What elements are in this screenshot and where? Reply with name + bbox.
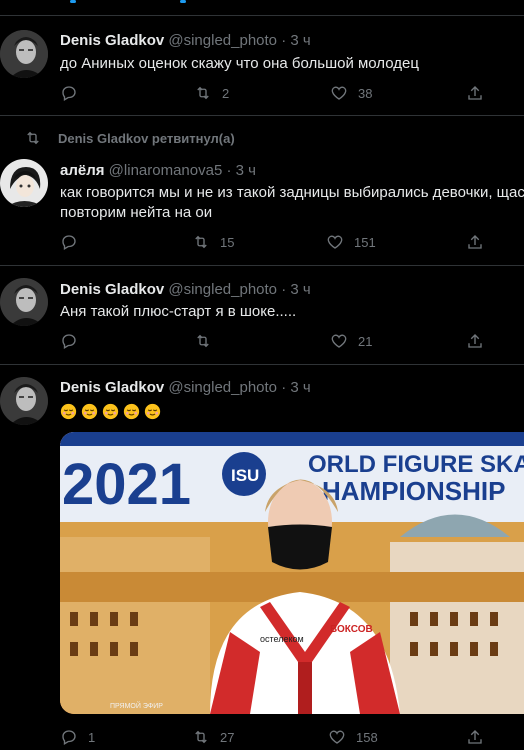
action-icon-fragment <box>180 0 186 3</box>
tweet-text <box>60 401 524 421</box>
tweet-media-image[interactable]: 2021 ISU ORLD FIGURE SKATI HAMPIONSHIP о… <box>60 432 524 714</box>
timestamp[interactable]: 3 ч <box>290 32 310 49</box>
tweet[interactable]: Denis Gladkov @singled_photo · 3 ч до Ан… <box>0 17 524 116</box>
share-icon <box>468 86 482 100</box>
banner-text-line1: ORLD FIGURE SKATI <box>308 451 524 478</box>
avatar[interactable] <box>0 278 48 326</box>
author-name[interactable]: Denis Gladkov <box>60 281 164 298</box>
isu-logo: ISU <box>231 466 259 485</box>
tweet[interactable]: Denis Gladkov ретвитнул(а) алёля @linaro… <box>0 117 524 266</box>
author-handle[interactable]: @linaromanova5 <box>109 162 223 179</box>
banner-year: 2021 <box>62 452 191 517</box>
retweet-icon <box>195 730 207 744</box>
tweet-text: до Аниных оценок скажу что она большой м… <box>60 55 419 72</box>
like-button[interactable]: 151 <box>326 233 376 251</box>
jacket-sponsor-left: остелеком <box>260 634 304 644</box>
reply-icon <box>62 334 76 349</box>
retweet-icon <box>27 131 39 145</box>
reply-button[interactable]: 1 <box>60 728 95 746</box>
reply-button[interactable] <box>60 84 88 102</box>
retweet-count: 2 <box>222 85 230 101</box>
like-count: 21 <box>358 333 373 349</box>
avatar[interactable] <box>0 377 48 425</box>
retweet-count: 27 <box>220 729 235 745</box>
reply-icon <box>62 235 76 250</box>
share-icon <box>468 730 482 744</box>
reply-button[interactable] <box>60 233 88 251</box>
heart-icon <box>329 730 345 744</box>
like-button[interactable]: 158 <box>328 728 378 746</box>
separator: · <box>281 32 287 49</box>
retweet-icon <box>197 86 209 100</box>
tweet[interactable]: Denis Gladkov @singled_photo · 3 ч Аня т… <box>0 267 524 365</box>
tweet-text-line: как говорится мы и не из такой задницы в… <box>60 184 524 201</box>
author-name[interactable]: Denis Gladkov <box>60 32 164 49</box>
tweet-header: Denis Gladkov @singled_photo · 3 ч <box>60 379 311 396</box>
share-button[interactable] <box>466 728 484 746</box>
retweet-count: 15 <box>220 234 235 250</box>
avatar[interactable] <box>0 159 48 207</box>
retweet-button[interactable]: 15 <box>192 233 234 251</box>
retweet-button[interactable]: 2 <box>194 84 229 102</box>
avatar[interactable] <box>0 30 48 78</box>
share-icon <box>468 334 482 348</box>
like-count: 158 <box>356 729 378 745</box>
author-handle[interactable]: @singled_photo <box>168 281 277 298</box>
relieved-face-icon <box>81 403 98 419</box>
timestamp[interactable]: 3 ч <box>236 162 256 179</box>
retweeted-by-label: Denis Gladkov ретвитнул(а) <box>58 130 235 146</box>
heart-icon <box>331 86 347 100</box>
tweet-actions: 1 27 158 <box>60 728 520 750</box>
separator: · <box>226 162 232 179</box>
heart-icon <box>331 334 347 348</box>
author-handle[interactable]: @singled_photo <box>168 379 277 396</box>
share-button[interactable] <box>466 233 484 251</box>
reply-count: 1 <box>88 729 96 745</box>
timestamp[interactable]: 3 ч <box>290 281 310 298</box>
heart-icon <box>327 235 343 249</box>
share-icon <box>468 235 482 249</box>
like-button[interactable]: 38 <box>330 84 372 102</box>
author-handle[interactable]: @singled_photo <box>168 32 277 49</box>
jacket-sponsor-right: ВОКСОВ <box>330 624 373 635</box>
share-button[interactable] <box>466 84 484 102</box>
timestamp[interactable]: 3 ч <box>290 379 310 396</box>
author-name[interactable]: Denis Gladkov <box>60 379 164 396</box>
reply-button[interactable] <box>60 332 88 350</box>
share-button[interactable] <box>466 332 484 350</box>
like-count: 38 <box>358 85 373 101</box>
retweet-button[interactable] <box>194 332 222 350</box>
tweet-text: как говорится мы и не из такой задницы в… <box>60 183 524 223</box>
retweet-indicator[interactable]: Denis Gladkov ретвитнул(а) <box>24 129 235 147</box>
separator: · <box>281 281 287 298</box>
reply-icon <box>62 730 76 745</box>
tweet-actions: 21 <box>60 332 520 354</box>
tweet-header: Denis Gladkov @singled_photo · 3 ч <box>60 32 311 49</box>
relieved-face-icon <box>102 403 119 419</box>
like-count: 151 <box>354 234 376 250</box>
retweet-icon <box>197 334 209 348</box>
separator: · <box>281 379 287 396</box>
live-label: ПРЯМОЙ ЭФИР <box>110 701 163 710</box>
tweet-actions: 2 38 <box>60 84 520 106</box>
author-name[interactable]: алёля <box>60 162 105 179</box>
retweet-icon <box>195 235 207 249</box>
like-button[interactable]: 21 <box>330 332 372 350</box>
reply-icon <box>62 86 76 101</box>
banner-text-line2: HAMPIONSHIP <box>322 476 505 506</box>
previous-tweet-edge <box>0 0 524 16</box>
relieved-face-icon <box>123 403 140 419</box>
tweet-text-line: повторим нейта на ои <box>60 204 213 221</box>
relieved-face-icon <box>60 403 77 419</box>
photo: 2021 ISU ORLD FIGURE SKATI HAMPIONSHIP о… <box>60 432 524 714</box>
tweet-header: алёля @linaromanova5 · 3 ч <box>60 162 256 179</box>
action-icon-fragment <box>70 0 76 3</box>
tweet-header: Denis Gladkov @singled_photo · 3 ч <box>60 281 311 298</box>
tweet-text: Аня такой плюс-старт я в шоке..... <box>60 303 297 320</box>
retweet-button[interactable]: 27 <box>192 728 234 746</box>
relieved-face-icon <box>144 403 161 419</box>
tweet-actions: 15 151 <box>60 233 520 255</box>
